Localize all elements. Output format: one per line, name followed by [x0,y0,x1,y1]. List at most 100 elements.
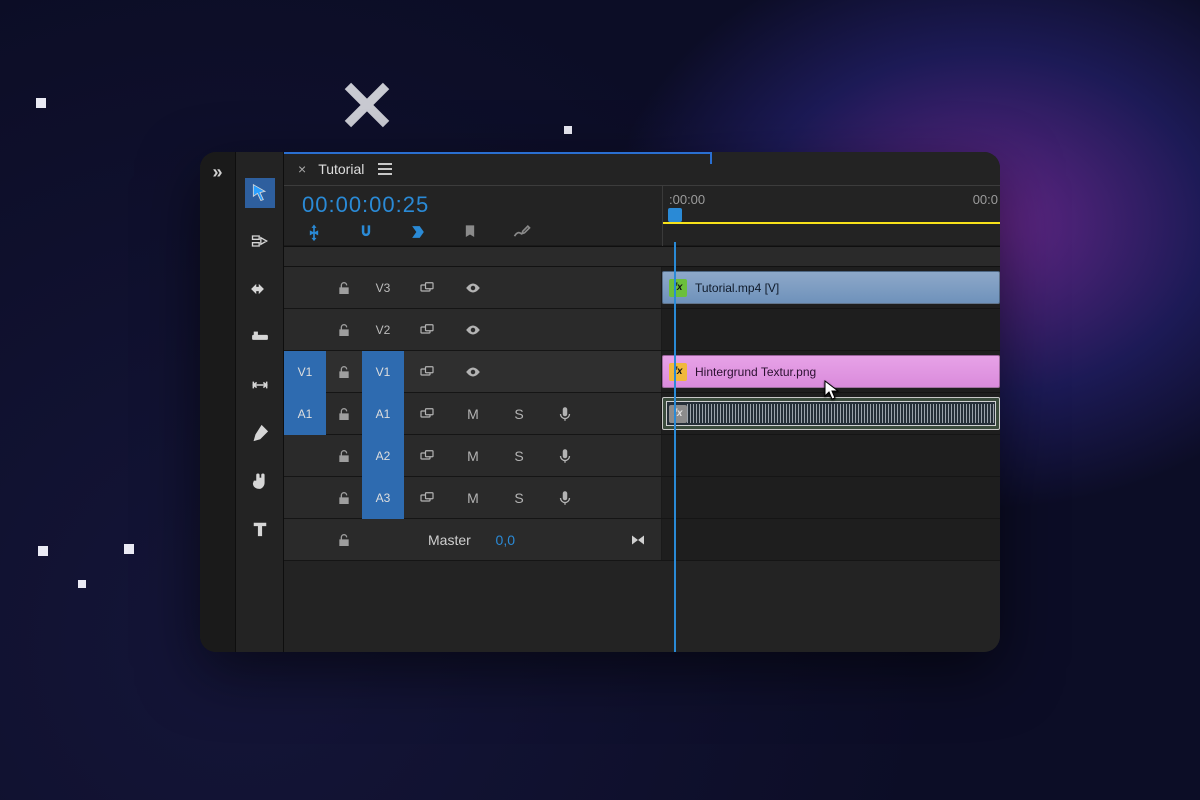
ruler-tick-label: :00:00 [669,192,705,207]
slip-icon [250,375,270,395]
panel-collapse-strip[interactable]: » [200,152,236,652]
track-target-v1[interactable]: V1 [362,351,404,393]
bg-dot [38,546,48,556]
track-mute-a2[interactable]: M [450,448,496,464]
track-lock-v1[interactable] [326,364,362,380]
track-mute-a1[interactable]: M [450,406,496,422]
track-lock-v3[interactable] [326,280,362,296]
fx-badge-icon: fx [669,279,687,297]
track-v2: V2 [284,309,1000,351]
active-tab-outline [710,152,712,164]
track-target-a3[interactable]: A3 [362,477,404,519]
playhead-handle[interactable] [668,208,682,222]
sync-lock-v3[interactable] [404,279,450,297]
sync-lock-a1[interactable] [404,405,450,423]
mouse-cursor [824,380,840,400]
track-lock-a3[interactable] [326,490,362,506]
ripple-icon [250,279,270,299]
track-lock-master[interactable] [326,532,362,548]
track-target-v2[interactable]: V2 [362,309,404,351]
linked-selection-icon[interactable] [408,222,428,242]
timeline-header: 00:00:00:25 :00:00 00:0 [284,186,1000,246]
clip-v3[interactable]: fx Tutorial.mp4 [V] [662,271,1000,304]
track-lock-v2[interactable] [326,322,362,338]
track-target-a1[interactable]: A1 [362,393,404,435]
sequence-tab[interactable]: Tutorial [318,161,364,177]
timeline-options [304,222,532,242]
master-volume[interactable]: 0,0 [496,532,515,548]
track-visibility-v3[interactable] [450,279,496,297]
source-patch-a3[interactable] [284,477,326,519]
type-tool[interactable] [245,514,275,544]
selection-tool[interactable] [245,178,275,208]
slip-tool[interactable] [245,370,275,400]
sync-lock-a2[interactable] [404,447,450,465]
panel-menu-icon[interactable] [378,163,392,175]
track-spacer [284,247,1000,267]
track-visibility-v2[interactable] [450,321,496,339]
bg-dot [564,126,572,134]
time-ruler[interactable]: :00:00 00:0 [662,186,1000,246]
current-timecode[interactable]: 00:00:00:25 [302,192,429,218]
source-patch-a1[interactable]: A1 [284,393,326,435]
hand-icon [250,471,270,491]
sync-lock-a3[interactable] [404,489,450,507]
ripple-edit-tool[interactable] [245,274,275,304]
settings-icon[interactable] [512,222,532,242]
track-visibility-v1[interactable] [450,363,496,381]
bg-dot [36,98,46,108]
clip-label: Hintergrund Textur.png [695,365,816,379]
voice-record-a1[interactable] [542,405,588,423]
ruler-tick-label: 00:0 [973,192,998,207]
pen-tool[interactable] [245,418,275,448]
marker-icon[interactable] [460,222,480,242]
master-label: Master [428,532,471,548]
source-patch-v2[interactable] [284,309,326,351]
bg-dot [124,544,134,554]
source-patch-v1[interactable]: V1 [284,351,326,393]
bg-x-icon [340,78,394,132]
pen-icon [250,423,270,443]
voice-record-a3[interactable] [542,489,588,507]
track-v1: V1 V1 fx Hintergrund Textur.png [284,351,1000,393]
razor-icon [250,327,270,347]
snap-icon[interactable] [356,222,376,242]
clip-label: Tutorial.mp4 [V] [695,281,779,295]
panel-tabbar: × Tutorial [284,152,1000,186]
track-solo-a2[interactable]: S [496,448,542,464]
timeline-panel: × Tutorial 00:00:00:25 :00:00 00:0 [284,152,1000,652]
bg-dot [78,580,86,588]
master-output-icon[interactable] [615,531,661,549]
track-select-icon [250,231,270,251]
track-solo-a1[interactable]: S [496,406,542,422]
close-tab-button[interactable]: × [294,161,310,177]
track-mute-a3[interactable]: M [450,490,496,506]
tool-toolbar [236,152,284,652]
active-tab-outline [284,152,710,154]
fx-badge-icon: fx [669,363,687,381]
source-patch-v3[interactable] [284,267,326,309]
playhead-line[interactable] [674,242,676,652]
voice-record-a2[interactable] [542,447,588,465]
track-solo-a3[interactable]: S [496,490,542,506]
sync-lock-v2[interactable] [404,321,450,339]
track-target-v3[interactable]: V3 [362,267,404,309]
track-v3: V3 fx Tutorial.mp4 [V] [284,267,1000,309]
razor-tool[interactable] [245,322,275,352]
audio-waveform [687,404,995,423]
pointer-icon [250,183,270,203]
clip-a1[interactable]: fx [662,397,1000,430]
track-a1: A1 A1 M S fx [284,393,1000,435]
track-master: Master 0,0 [284,519,1000,561]
track-a3: A3 M S [284,477,1000,519]
source-patch-master [284,519,326,561]
work-area-bar[interactable] [663,222,1000,224]
source-patch-a2[interactable] [284,435,326,477]
track-lock-a2[interactable] [326,448,362,464]
track-select-tool[interactable] [245,226,275,256]
track-target-a2[interactable]: A2 [362,435,404,477]
sync-lock-v1[interactable] [404,363,450,381]
track-lock-a1[interactable] [326,406,362,422]
hand-tool[interactable] [245,466,275,496]
insert-overwrite-icon[interactable] [304,222,324,242]
